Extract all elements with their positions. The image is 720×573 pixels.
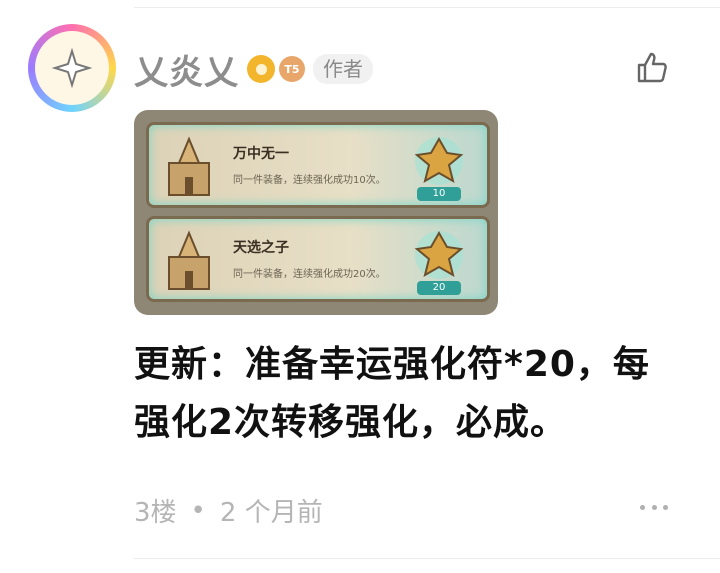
- floor-number: 3楼: [134, 498, 177, 528]
- achievement-card: 万中无一 同一件装备，连续强化成功10次。 10: [146, 122, 490, 208]
- more-dots-icon: [640, 504, 645, 510]
- level-badge: T5: [279, 56, 305, 82]
- content-line: 强化2次转移强化，必成。: [134, 402, 568, 443]
- avatar-image: [35, 31, 109, 105]
- achievement-description: 同一件装备，连续强化成功20次。: [233, 269, 386, 280]
- content-line: 更新：准备幸运强化符*20，每: [134, 344, 650, 385]
- post-header: 乂炎乂 T5 作者: [134, 45, 373, 94]
- medal-icon: [414, 230, 464, 279]
- medal-icon: [414, 136, 464, 185]
- castle-icon: [168, 136, 210, 196]
- meta-separator: •: [190, 495, 206, 526]
- achievement-card: 天选之子 同一件装备，连续强化成功20次。 20: [146, 216, 490, 302]
- more-button[interactable]: [640, 502, 668, 512]
- post-content: 更新：准备幸运强化符*20，每 强化2次转移强化，必成。: [134, 336, 694, 452]
- like-button[interactable]: [634, 50, 670, 86]
- top-divider: [134, 7, 720, 8]
- username[interactable]: 乂炎乂: [134, 45, 239, 94]
- achievement-title: 天选之子: [233, 240, 289, 256]
- fan-badge-icon: [247, 55, 275, 83]
- post-time: 2 个月前: [219, 498, 323, 528]
- achievement-count: 10: [417, 187, 461, 201]
- achievement-title: 万中无一: [233, 146, 289, 162]
- thumb-up-icon: [637, 52, 667, 83]
- post-meta: 3楼 • 2 个月前: [134, 492, 323, 529]
- bottom-divider: [134, 558, 720, 559]
- castle-icon: [168, 230, 210, 290]
- achievement-description: 同一件装备，连续强化成功10次。: [233, 175, 386, 186]
- author-tag: 作者: [313, 54, 373, 84]
- attached-image[interactable]: 万中无一 同一件装备，连续强化成功10次。 10 天选之子 同一件装备，连续强化…: [134, 110, 498, 315]
- avatar[interactable]: [28, 24, 116, 112]
- achievement-count: 20: [417, 281, 461, 295]
